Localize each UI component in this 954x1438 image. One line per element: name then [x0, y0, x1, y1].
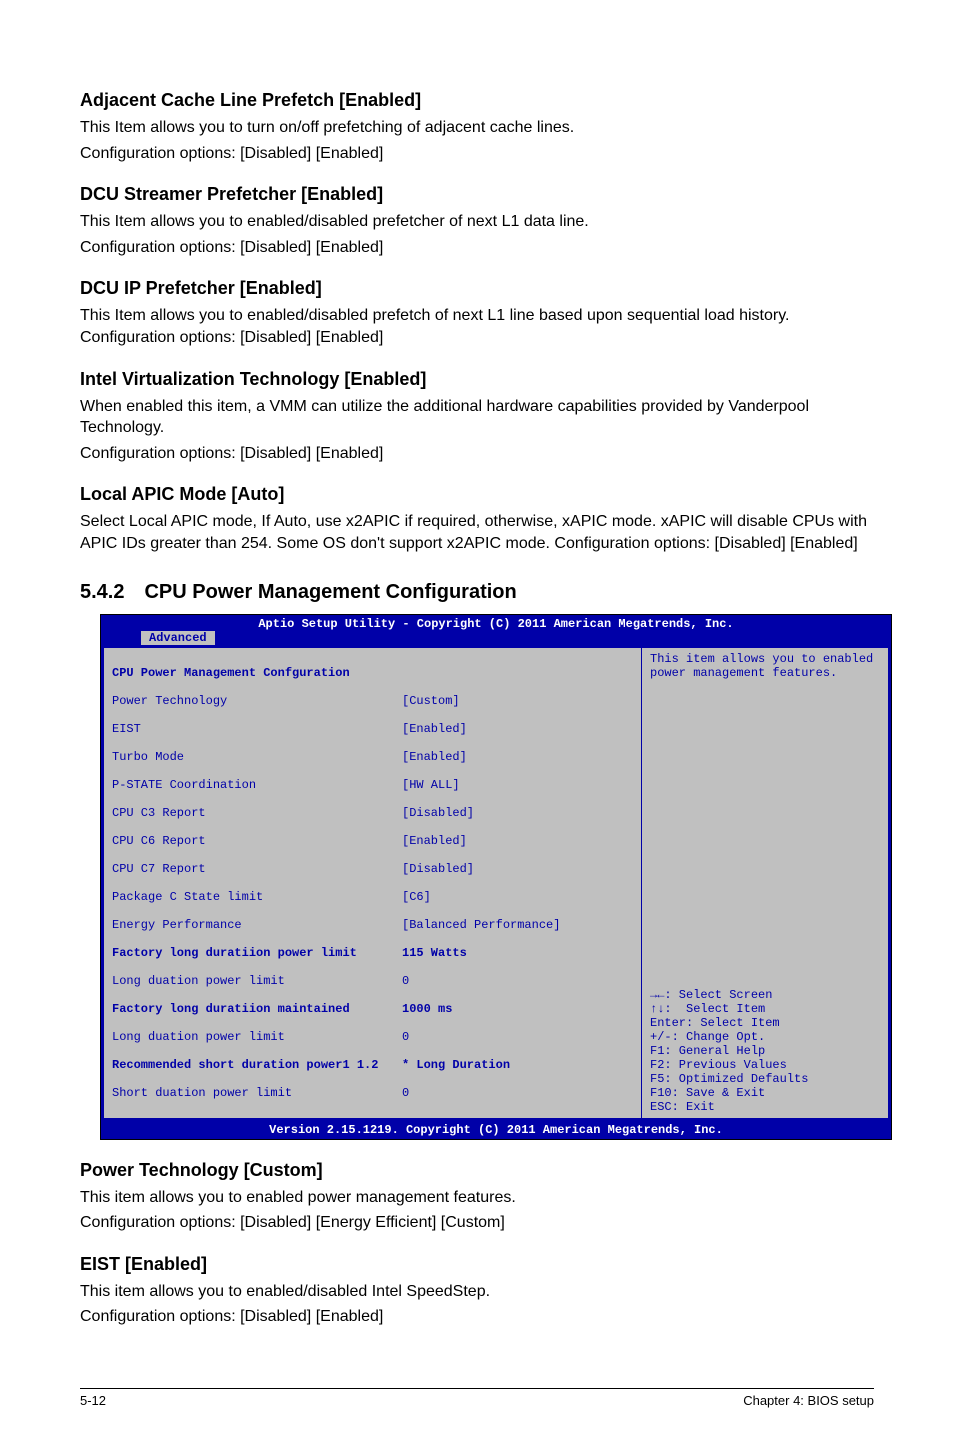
heading-intel-vt: Intel Virtualization Technology [Enabled… — [80, 369, 874, 390]
bios-row: CPU C6 Report[Enabled] — [112, 834, 633, 848]
bios-key-legend: →←: Select Screen ↑↓: Select Item Enter:… — [650, 988, 880, 1114]
paragraph: Configuration options: [Disabled] [Enabl… — [80, 237, 874, 259]
heading-cpu-power-mgmt: 5.4.2 CPU Power Management Configuration — [80, 581, 874, 604]
paragraph: Configuration options: [Disabled] [Energ… — [80, 1212, 874, 1234]
bios-body: CPU Power Management Confguration Power … — [103, 647, 889, 1119]
heading-eist: EIST [Enabled] — [80, 1254, 874, 1275]
bios-value: [C6] — [402, 890, 431, 904]
paragraph: This item allows you to enabled/disabled… — [80, 1281, 874, 1303]
bios-help-text: This item allows you to enabled power ma… — [650, 652, 880, 680]
bios-screenshot: Aptio Setup Utility - Copyright (C) 2011… — [100, 614, 892, 1140]
bios-label: Recommended short duration power1 1.2 — [112, 1058, 402, 1072]
bios-label: Energy Performance — [112, 918, 402, 932]
bios-value: [Enabled] — [402, 834, 467, 848]
heading-dcu-streamer: DCU Streamer Prefetcher [Enabled] — [80, 184, 874, 205]
bios-label: Power Technology — [112, 694, 402, 708]
heading-local-apic: Local APIC Mode [Auto] — [80, 484, 874, 505]
bios-row: CPU C7 Report[Disabled] — [112, 862, 633, 876]
bios-section-title: CPU Power Management Confguration — [112, 666, 350, 680]
bios-value: [Disabled] — [402, 806, 474, 820]
chapter-label: Chapter 4: BIOS setup — [743, 1393, 874, 1408]
bios-row: Energy Performance[Balanced Performance] — [112, 918, 633, 932]
bios-row: Power Technology[Custom] — [112, 694, 633, 708]
bios-row: Short duation power limit0 — [112, 1086, 633, 1100]
heading-adjacent-cache: Adjacent Cache Line Prefetch [Enabled] — [80, 90, 874, 111]
bios-value: [Enabled] — [402, 722, 467, 736]
bios-value: [Custom] — [402, 694, 460, 708]
paragraph: When enabled this item, a VMM can utiliz… — [80, 396, 874, 439]
bios-label: Long duation power limit — [112, 974, 402, 988]
bios-label: Factory long duratiion maintained — [112, 1002, 402, 1016]
paragraph: This Item allows you to enabled/disabled… — [80, 211, 874, 233]
bios-row: Package C State limit[C6] — [112, 890, 633, 904]
bios-tabs: Advanced — [101, 631, 891, 647]
bios-label: CPU C3 Report — [112, 806, 402, 820]
paragraph: Select Local APIC mode, If Auto, use x2A… — [80, 511, 874, 554]
bios-row: P-STATE Coordination[HW ALL] — [112, 778, 633, 792]
bios-tab-advanced: Advanced — [141, 631, 215, 645]
bios-value: 0 — [402, 974, 409, 988]
bios-row: Turbo Mode[Enabled] — [112, 750, 633, 764]
bios-label: P-STATE Coordination — [112, 778, 402, 792]
bios-label: EIST — [112, 722, 402, 736]
bios-label: Factory long duratiion power limit — [112, 946, 402, 960]
bios-value: [Enabled] — [402, 750, 467, 764]
bios-value: 115 Watts — [402, 946, 467, 960]
bios-row: EIST[Enabled] — [112, 722, 633, 736]
bios-right-panel: This item allows you to enabled power ma… — [642, 647, 889, 1119]
bios-value: [HW ALL] — [402, 778, 460, 792]
bios-left-panel: CPU Power Management Confguration Power … — [103, 647, 642, 1119]
bios-row: Factory long duratiion maintained1000 ms — [112, 1002, 633, 1016]
bios-value: 0 — [402, 1086, 409, 1100]
bios-label: CPU C6 Report — [112, 834, 402, 848]
bios-label: Package C State limit — [112, 890, 402, 904]
paragraph: Configuration options: [Disabled] [Enabl… — [80, 443, 874, 465]
heading-dcu-ip: DCU IP Prefetcher [Enabled] — [80, 278, 874, 299]
bios-label: Turbo Mode — [112, 750, 402, 764]
bios-header: Aptio Setup Utility - Copyright (C) 2011… — [101, 615, 891, 631]
paragraph: This Item allows you to enabled/disabled… — [80, 305, 874, 348]
bios-value: [Disabled] — [402, 862, 474, 876]
heading-power-technology: Power Technology [Custom] — [80, 1160, 874, 1181]
bios-row: Long duation power limit0 — [112, 974, 633, 988]
bios-value: [Balanced Performance] — [402, 918, 560, 932]
bios-row: Recommended short duration power1 1.2* L… — [112, 1058, 633, 1072]
paragraph: This Item allows you to turn on/off pref… — [80, 117, 874, 139]
bios-row: Factory long duratiion power limit115 Wa… — [112, 946, 633, 960]
page-number: 5-12 — [80, 1393, 106, 1408]
page-content: Adjacent Cache Line Prefetch [Enabled] T… — [0, 0, 954, 1428]
bios-label: CPU C7 Report — [112, 862, 402, 876]
paragraph: Configuration options: [Disabled] [Enabl… — [80, 1306, 874, 1328]
bios-value: 1000 ms — [402, 1002, 452, 1016]
bios-value: * Long Duration — [402, 1058, 510, 1072]
paragraph: This item allows you to enabled power ma… — [80, 1187, 874, 1209]
bios-label: Short duation power limit — [112, 1086, 402, 1100]
bios-label: Long duation power limit — [112, 1030, 402, 1044]
bios-footer: Version 2.15.1219. Copyright (C) 2011 Am… — [101, 1121, 891, 1139]
bios-row: Long duation power limit0 — [112, 1030, 633, 1044]
page-footer: 5-12 Chapter 4: BIOS setup — [80, 1388, 874, 1408]
bios-row: CPU C3 Report[Disabled] — [112, 806, 633, 820]
bios-value: 0 — [402, 1030, 409, 1044]
paragraph: Configuration options: [Disabled] [Enabl… — [80, 143, 874, 165]
